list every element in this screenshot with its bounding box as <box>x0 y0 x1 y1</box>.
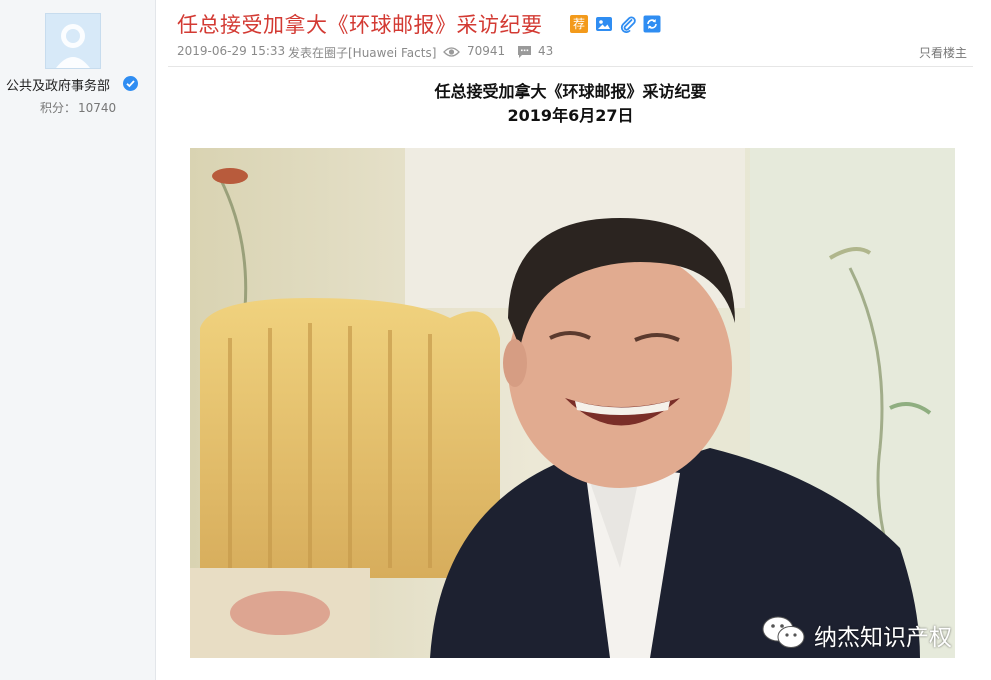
author-name[interactable]: 公共及政府事务部 <box>6 75 110 94</box>
post-date: 2019-06-29 15:33 <box>177 44 286 58</box>
watermark-text: 纳杰知识产权 <box>814 625 952 651</box>
default-avatar-icon <box>56 24 90 68</box>
avatar[interactable] <box>45 13 101 69</box>
comment-icon <box>517 45 532 62</box>
points-value: 10740 <box>78 101 117 115</box>
image-icon <box>595 15 613 33</box>
author-points: 积分： 10740 <box>40 99 116 116</box>
attachment-icon <box>619 15 637 34</box>
points-label: 积分： <box>40 101 77 115</box>
article-date: 2019年6月27日 <box>507 106 634 125</box>
posted-in-circle[interactable]: 发表在圈子[Huawei Facts] <box>288 44 436 61</box>
refresh-icon <box>643 15 661 33</box>
only-op-link[interactable]: 只看楼主 <box>919 44 967 61</box>
author-sidebar: 公共及政府事务部 积分： 10740 <box>0 0 156 680</box>
post-title: 任总接受加拿大《环球邮报》采访纪要 <box>177 13 543 37</box>
view-count: 70941 <box>467 44 506 58</box>
recommend-icon: 荐 <box>570 15 588 33</box>
header-divider <box>168 66 973 67</box>
article-heading: 任总接受加拿大《环球邮报》采访纪要 <box>434 82 707 101</box>
comment-count: 43 <box>538 44 554 58</box>
article-photo[interactable] <box>190 148 955 658</box>
verified-badge-icon <box>123 76 138 91</box>
photo-illustration <box>190 148 955 658</box>
eye-icon <box>443 45 460 62</box>
wechat-icon <box>760 615 808 655</box>
